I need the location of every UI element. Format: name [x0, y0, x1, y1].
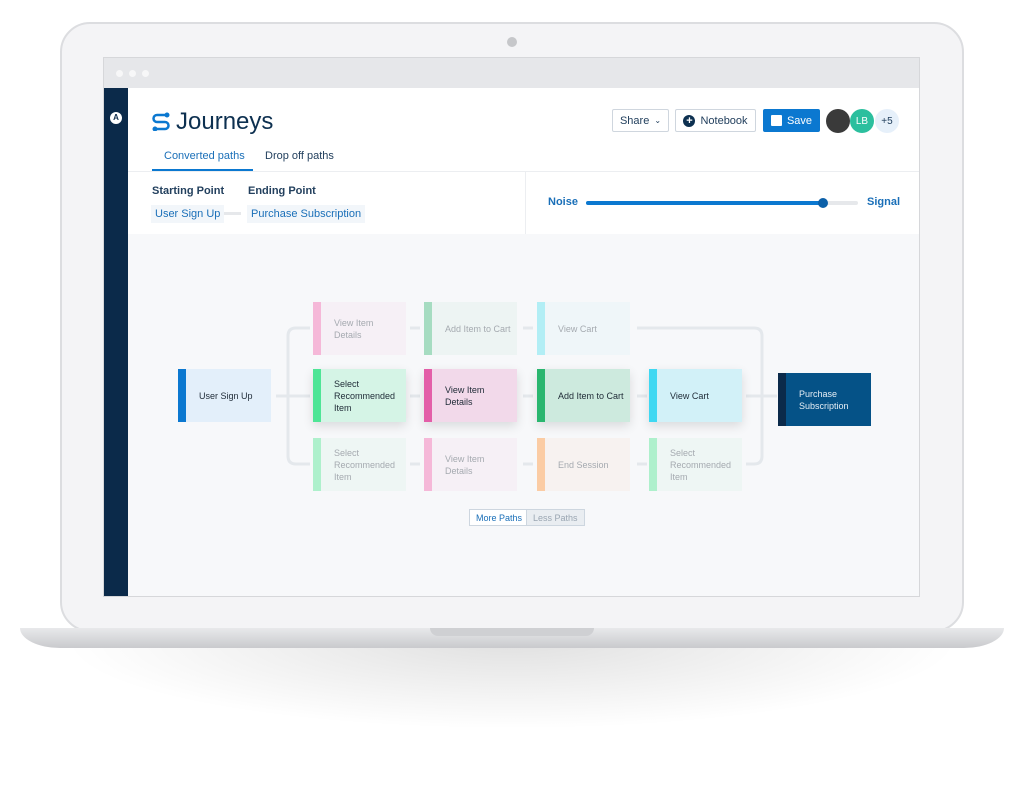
- less-paths-button[interactable]: Less Paths: [526, 509, 585, 526]
- node-label: Add Item to Cart: [445, 323, 511, 334]
- journey-step-node[interactable]: View Item Details: [424, 369, 517, 422]
- node-color-bar: [537, 302, 545, 355]
- journey-step-node[interactable]: View Cart: [537, 302, 630, 355]
- node-label: Add Item to Cart: [558, 390, 624, 401]
- node-label: View Cart: [558, 323, 597, 334]
- node-label: View Item Details: [334, 317, 374, 340]
- start-node[interactable]: User Sign Up: [178, 369, 271, 422]
- journey-step-node[interactable]: Select Recommended Item: [313, 438, 406, 491]
- journey-step-node[interactable]: Select Recommended Item: [649, 438, 742, 491]
- end-node[interactable]: Purchase Subscription: [778, 373, 871, 426]
- screen: A Journeys Share ⌄ + Notebook Save LB +5 C…: [103, 57, 920, 597]
- node-color-bar: [178, 369, 186, 422]
- node-color-bar: [778, 373, 786, 426]
- node-label: Select Recommended Item: [670, 447, 732, 482]
- laptop-shadow: [60, 640, 964, 730]
- journey-step-node[interactable]: Select Recommended Item: [313, 369, 406, 422]
- node-label: Purchase Subscription: [799, 388, 849, 411]
- node-label: Select Recommended Item: [334, 378, 396, 413]
- laptop-notch: [430, 628, 594, 636]
- node-color-bar: [313, 302, 321, 355]
- node-color-bar: [313, 438, 321, 491]
- journey-step-node[interactable]: View Item Details: [424, 438, 517, 491]
- node-color-bar: [537, 438, 545, 491]
- node-color-bar: [649, 438, 657, 491]
- node-color-bar: [313, 369, 321, 422]
- node-color-bar: [424, 369, 432, 422]
- node-label: Select Recommended Item: [334, 447, 396, 482]
- node-label: View Item Details: [445, 384, 485, 407]
- node-label: User Sign Up: [199, 390, 253, 401]
- node-label: View Item Details: [445, 453, 485, 476]
- node-color-bar: [424, 302, 432, 355]
- more-paths-button[interactable]: More Paths: [469, 509, 530, 526]
- journey-step-node[interactable]: Add Item to Cart: [424, 302, 517, 355]
- node-color-bar: [424, 438, 432, 491]
- camera: [507, 37, 517, 47]
- node-label: End Session: [558, 459, 609, 470]
- node-color-bar: [649, 369, 657, 422]
- journey-step-node[interactable]: End Session: [537, 438, 630, 491]
- node-label: View Cart: [670, 390, 709, 401]
- journey-step-node[interactable]: View Item Details: [313, 302, 406, 355]
- node-color-bar: [537, 369, 545, 422]
- journey-step-node[interactable]: View Cart: [649, 369, 742, 422]
- journey-step-node[interactable]: Add Item to Cart: [537, 369, 630, 422]
